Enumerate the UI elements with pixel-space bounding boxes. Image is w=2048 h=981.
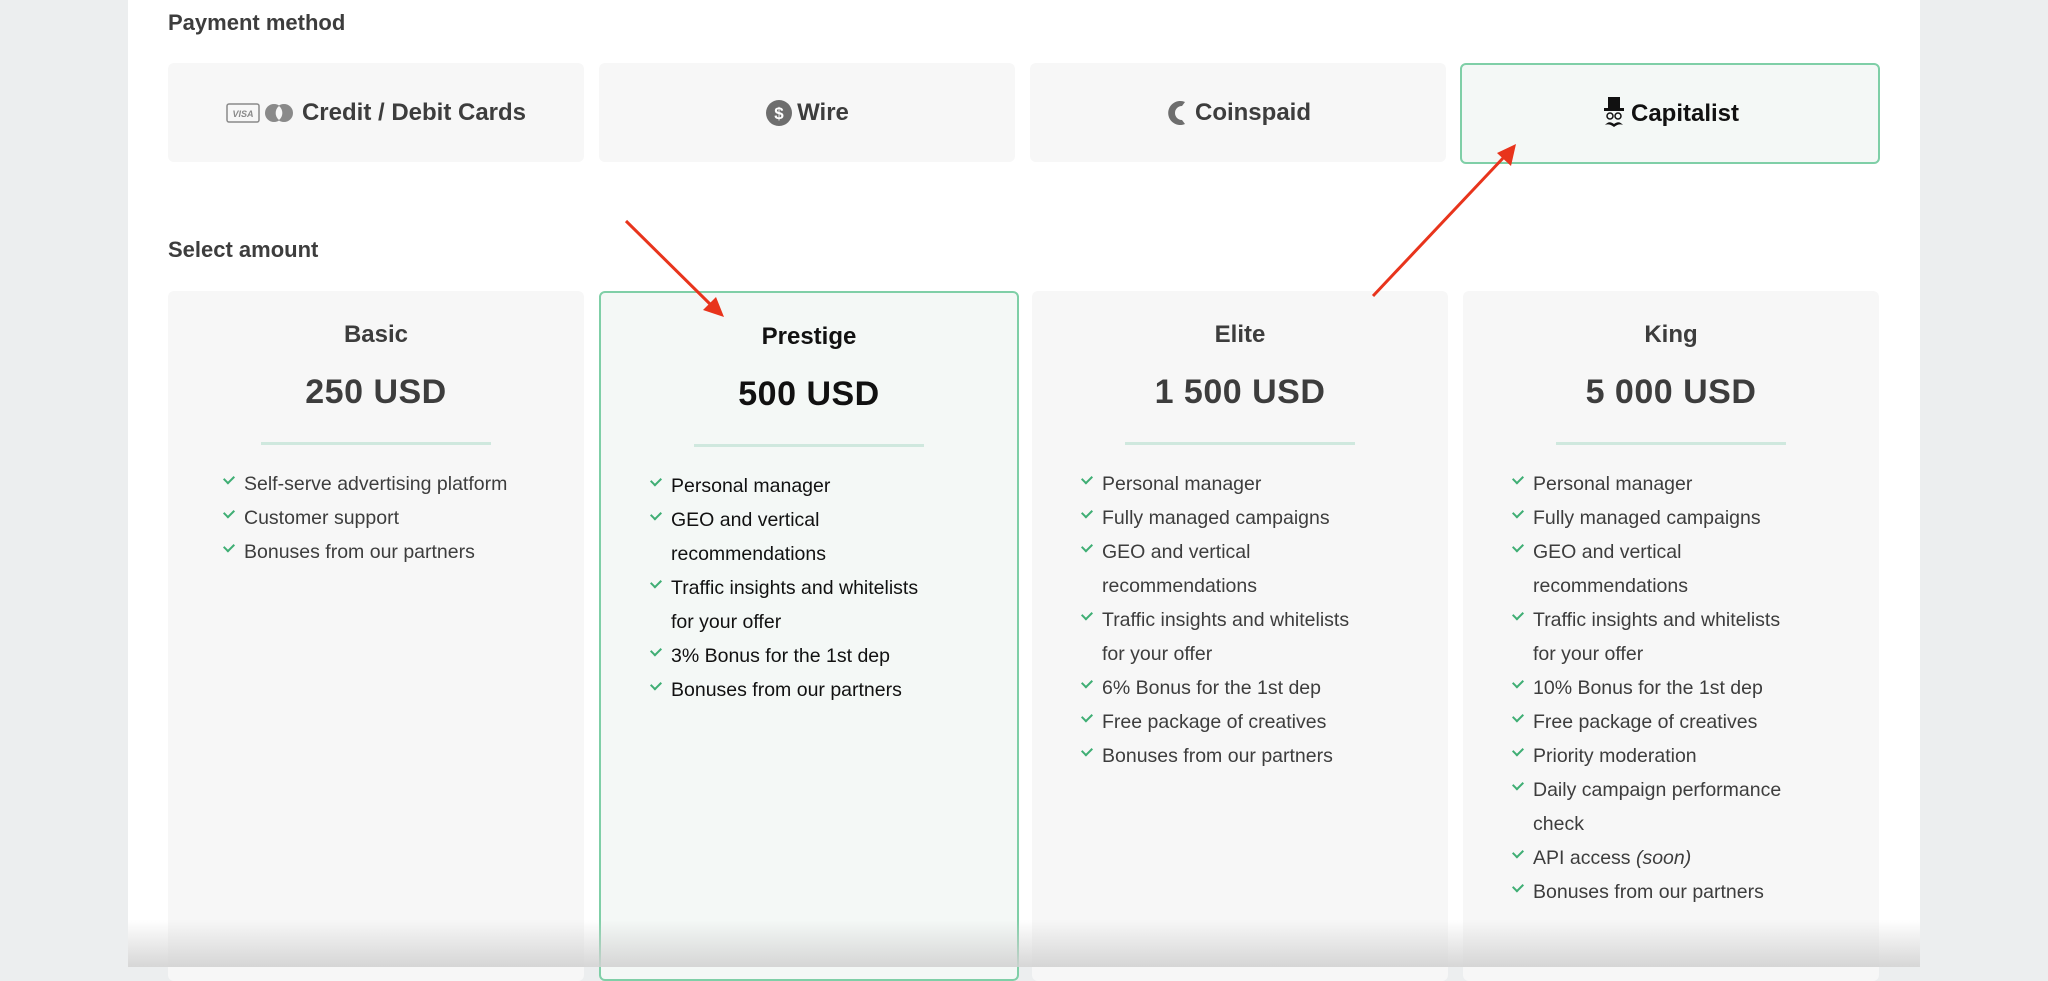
plan-divider (1125, 442, 1355, 445)
visa-mastercard-icon: VISA (226, 101, 298, 125)
payment-method-capitalist[interactable]: Capitalist (1460, 63, 1880, 164)
check-icon (1511, 880, 1525, 893)
feature-item: Fully managed campaigns (1511, 501, 1823, 535)
check-icon (649, 576, 663, 589)
plan-card-king[interactable]: King 5 000 USD Personal manager Fully ma… (1463, 291, 1879, 981)
check-icon (1511, 744, 1525, 757)
payment-method-label: Credit / Debit Cards (301, 98, 527, 126)
coinspaid-icon (1165, 98, 1191, 128)
select-amount-heading: Select amount (168, 237, 319, 262)
check-icon (1511, 472, 1525, 485)
check-icon (1511, 676, 1525, 689)
check-icon (1080, 506, 1094, 519)
feature-item: GEO and vertical recommendations (1080, 535, 1282, 603)
plan-card-basic[interactable]: Basic 250 USD Self-serve advertising pla… (168, 291, 584, 981)
plan-divider (694, 444, 924, 447)
feature-item: Traffic insights and whitelists for your… (1080, 603, 1377, 671)
plan-name: Prestige (761, 323, 857, 350)
check-icon (1511, 540, 1525, 553)
check-icon (222, 506, 236, 519)
check-icon (1080, 608, 1094, 621)
check-icon (1511, 846, 1525, 859)
plan-price: 500 USD (738, 375, 880, 413)
capitalist-top-hat-icon (1601, 96, 1627, 132)
feature-item: Personal manager (1080, 467, 1392, 501)
check-icon (1080, 710, 1094, 723)
payment-method-heading: Payment method (168, 10, 346, 35)
check-icon (649, 474, 663, 487)
payment-method-label: Capitalist (1630, 99, 1740, 127)
payment-method-wire[interactable]: $ Wire (599, 63, 1015, 162)
check-icon (1080, 744, 1094, 757)
feature-item: Personal manager (1511, 467, 1823, 501)
check-icon (1511, 608, 1525, 621)
check-icon (649, 678, 663, 691)
check-icon (1511, 778, 1525, 791)
feature-item: Priority moderation (1511, 739, 1823, 773)
plan-price: 5 000 USD (1585, 373, 1757, 411)
check-icon (1080, 676, 1094, 689)
feature-item: Free package of creatives (1080, 705, 1392, 739)
check-icon (1511, 710, 1525, 723)
plan-divider (1556, 442, 1786, 445)
check-icon (1080, 472, 1094, 485)
plan-name: King (1644, 321, 1698, 348)
feature-item: Free package of creatives (1511, 705, 1823, 739)
feature-item: 10% Bonus for the 1st dep (1511, 671, 1823, 705)
feature-item: Customer support (222, 501, 534, 535)
feature-item: Traffic insights and whitelists for your… (1511, 603, 1808, 671)
plan-card-elite[interactable]: Elite 1 500 USD Personal manager Fully m… (1032, 291, 1448, 981)
plan-price: 250 USD (305, 373, 447, 411)
payment-method-coinspaid[interactable]: Coinspaid (1030, 63, 1446, 162)
feature-list: Personal manager GEO and vertical recomm… (601, 469, 1017, 707)
feature-item: GEO and vertical recommendations (649, 503, 851, 571)
dollar-coin-icon: $ (765, 99, 793, 127)
feature-list: Personal manager Fully managed campaigns… (1032, 467, 1448, 773)
plan-divider (261, 442, 491, 445)
feature-item: Fully managed campaigns (1080, 501, 1392, 535)
plan-card-prestige[interactable]: Prestige 500 USD Personal manager GEO an… (599, 291, 1019, 981)
feature-list: Self-serve advertising platform Customer… (168, 467, 584, 569)
feature-item: Personal manager (649, 469, 961, 503)
feature-item: 6% Bonus for the 1st dep (1080, 671, 1392, 705)
check-icon (222, 540, 236, 553)
feature-item: GEO and vertical recommendations (1511, 535, 1713, 603)
check-icon (649, 644, 663, 657)
feature-item: Bonuses from our partners (649, 673, 961, 707)
check-icon (649, 508, 663, 521)
feature-item: Bonuses from our partners (1080, 739, 1392, 773)
feature-list: Personal manager Fully managed campaigns… (1463, 467, 1879, 909)
plan-name: Basic (343, 321, 409, 348)
svg-text:$: $ (774, 104, 784, 123)
feature-item: 3% Bonus for the 1st dep (649, 639, 961, 673)
feature-item: Daily campaign performance check (1511, 773, 1803, 841)
plan-name: Elite (1214, 321, 1266, 348)
feature-item: Self-serve advertising platform (222, 467, 534, 501)
check-icon (222, 472, 236, 485)
api-soon-note: (soon) (1635, 847, 1692, 869)
visa-icon-text: VISA (232, 109, 253, 119)
payment-method-cards[interactable]: VISA Credit / Debit Cards (168, 63, 584, 162)
payment-method-label: Coinspaid (1194, 98, 1311, 126)
check-icon (1511, 506, 1525, 519)
payment-method-label: Wire (797, 98, 849, 126)
feature-item: Bonuses from our partners (1511, 875, 1823, 909)
check-icon (1080, 540, 1094, 553)
feature-item: API access (soon) (1511, 841, 1823, 875)
feature-item: Traffic insights and whitelists for your… (649, 571, 946, 639)
plan-price: 1 500 USD (1154, 373, 1326, 411)
feature-item: Bonuses from our partners (222, 535, 534, 569)
